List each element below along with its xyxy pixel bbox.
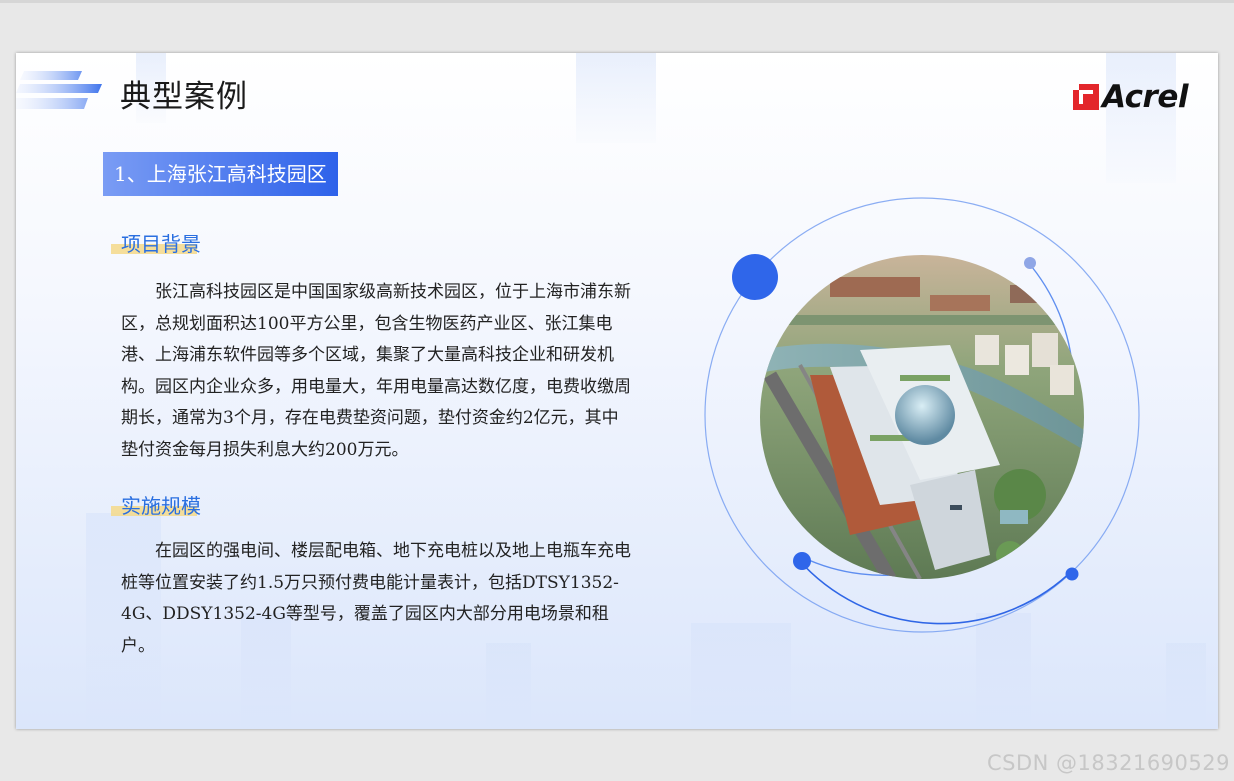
- background-paragraph: 张江高科技园区是中国国家级高新技术园区，位于上海市浦东新区，总规划面积达100平…: [121, 282, 631, 460]
- logo-text: Acrel: [1102, 79, 1188, 115]
- csdn-watermark: CSDN @18321690529: [986, 751, 1230, 775]
- small-orb-top: [1024, 257, 1036, 269]
- bg-building-9: [1166, 643, 1206, 729]
- acrel-logo-mark-icon: [1073, 84, 1100, 110]
- zhangjiang-park-photo: [760, 255, 1084, 579]
- orb-bottom-right: [1065, 567, 1079, 581]
- bg-building-3: [1106, 53, 1176, 183]
- implementation-paragraph: 在园区的强电间、楼层配电箱、地下充电桩以及地上电瓶车充电桩等位置安装了约1.5万…: [121, 541, 631, 656]
- implementation-heading: 实施规模: [111, 490, 201, 519]
- section-title: 1、上海张江高科技园区: [103, 152, 338, 196]
- background-heading: 项目背景: [111, 228, 201, 257]
- orb-bottom-left: [793, 552, 811, 570]
- aerial-view-illustration: [760, 255, 1084, 579]
- bg-building-7: [691, 623, 791, 729]
- acrel-logo: Acrel: [1073, 79, 1188, 115]
- window-top-border: [0, 0, 1234, 3]
- slide-title: 典型案例: [120, 79, 248, 115]
- project-photo-frame: [702, 197, 1142, 637]
- bg-building-1: [576, 53, 656, 143]
- large-orb: [732, 254, 778, 300]
- implementation-heading-label: 实施规模: [121, 494, 201, 518]
- slide: 典型案例 Acrel 1、上海张江高科技园区 项目背景 张江高科技园区是中国国家…: [16, 53, 1218, 729]
- stripes-decoration-icon: [16, 71, 102, 109]
- background-heading-label: 项目背景: [121, 232, 201, 256]
